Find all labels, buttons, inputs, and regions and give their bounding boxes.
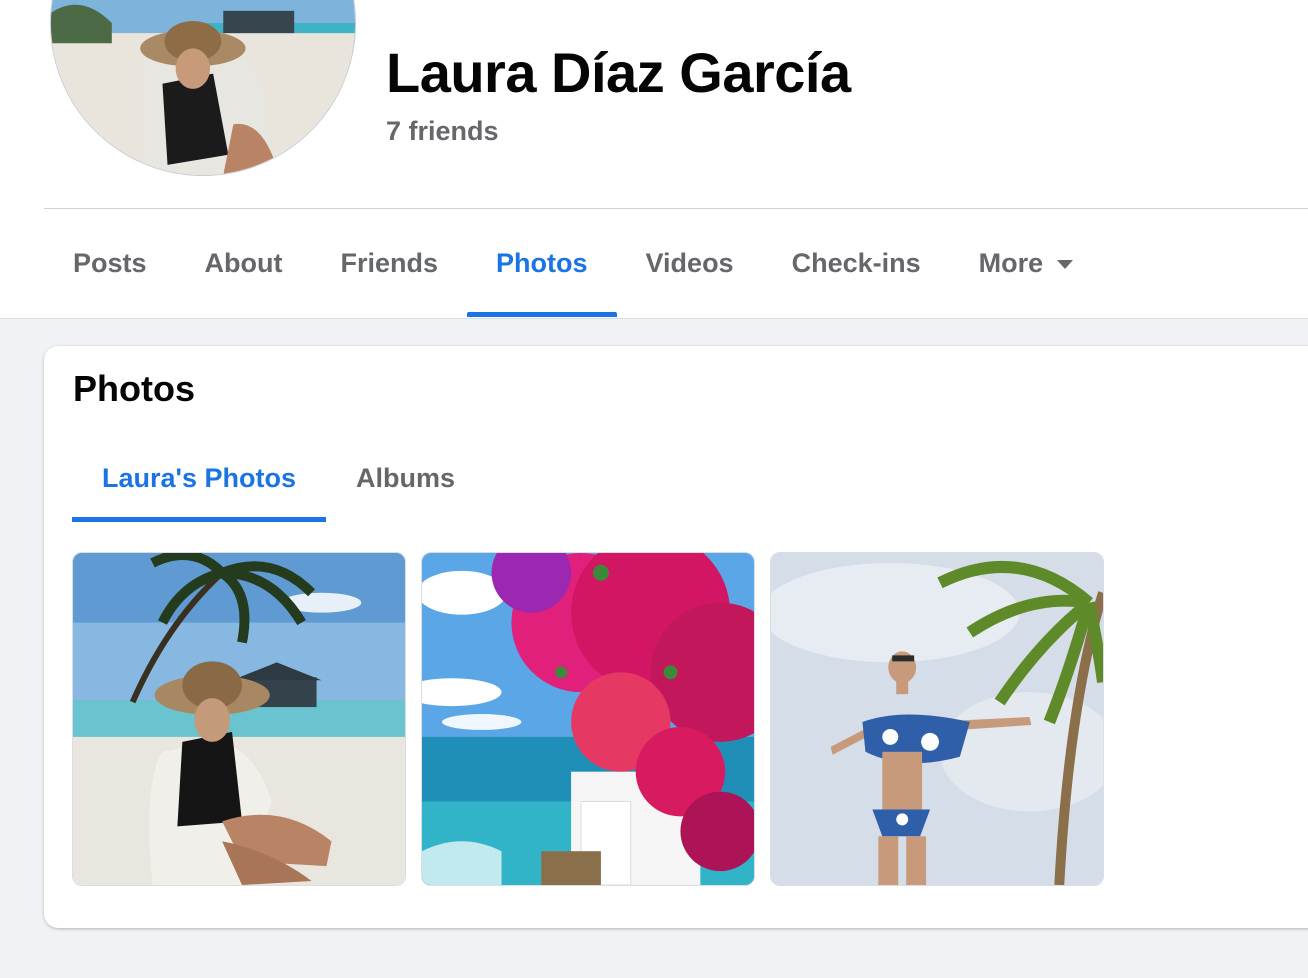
- tab-photos[interactable]: Photos: [467, 209, 617, 317]
- profile-tabs: Posts About Friends Photos Videos Check-…: [44, 209, 1102, 317]
- tab-friends[interactable]: Friends: [312, 209, 468, 317]
- photo-grid: [72, 552, 1104, 886]
- profile-name: Laura Díaz García: [386, 41, 851, 104]
- tab-more[interactable]: More: [950, 209, 1103, 317]
- tab-lauras-photos[interactable]: Laura's Photos: [72, 434, 326, 522]
- tab-about[interactable]: About: [176, 209, 312, 317]
- profile-header: Laura Díaz García 7 friends Posts About …: [0, 0, 1308, 319]
- tab-more-label: More: [978, 247, 1044, 278]
- photo-flowers-sea: [422, 553, 754, 885]
- photo-thumbnail-3[interactable]: [770, 552, 1104, 886]
- tab-posts[interactable]: Posts: [44, 209, 176, 317]
- caret-down-icon: [1057, 259, 1074, 269]
- avatar-image: [51, 0, 355, 175]
- friends-count[interactable]: 7 friends: [386, 116, 499, 147]
- photos-section-title: Photos: [73, 368, 195, 409]
- photo-thumbnail-1[interactable]: [72, 552, 406, 886]
- photo-bikini-palm: [771, 553, 1103, 885]
- tab-check-ins[interactable]: Check-ins: [763, 209, 950, 317]
- photo-beach-hat: [73, 553, 405, 885]
- tab-albums[interactable]: Albums: [326, 434, 485, 522]
- photos-subtabs: Laura's Photos Albums: [72, 434, 485, 522]
- tab-videos[interactable]: Videos: [617, 209, 763, 317]
- profile-avatar[interactable]: [50, 0, 356, 176]
- photo-thumbnail-2[interactable]: [421, 552, 755, 886]
- photos-card: Photos Laura's Photos Albums: [44, 346, 1308, 928]
